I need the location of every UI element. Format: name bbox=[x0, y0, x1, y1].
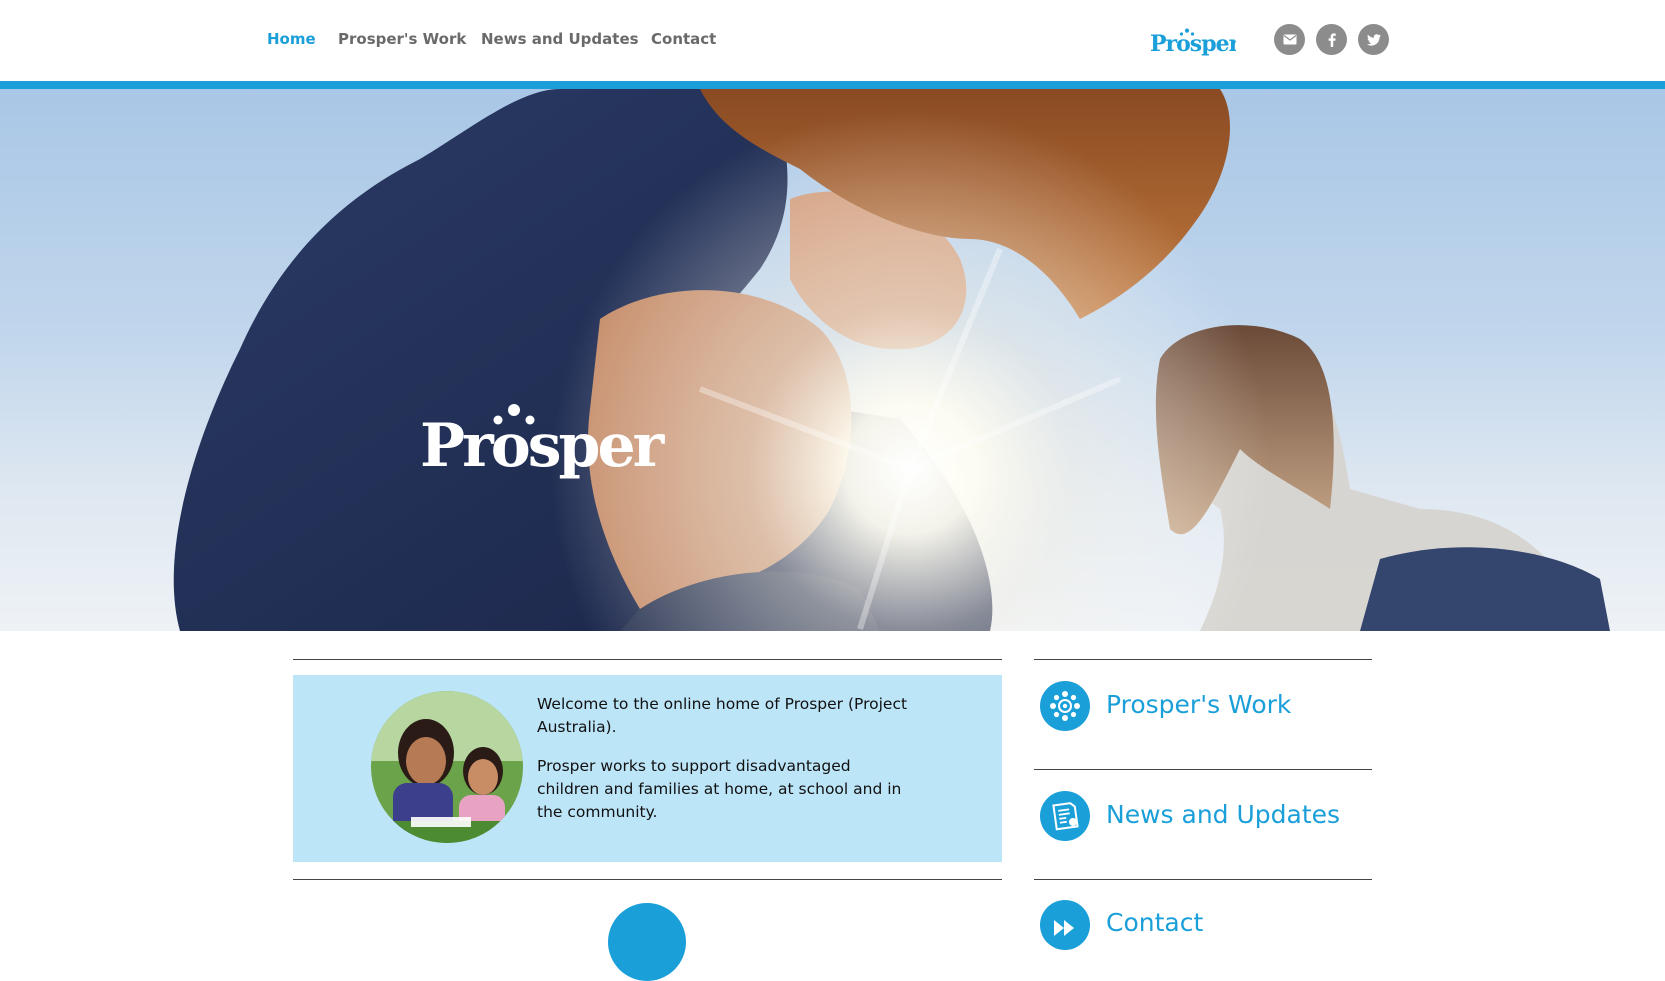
document-icon bbox=[1040, 791, 1090, 841]
nav-news-and-updates[interactable]: News and Updates bbox=[481, 30, 639, 48]
welcome-panel: Welcome to the online home of Prosper (P… bbox=[293, 675, 1002, 862]
welcome-text: Welcome to the online home of Prosper (P… bbox=[537, 693, 917, 840]
twitter-icon bbox=[1366, 33, 1381, 46]
speech-icon bbox=[1040, 900, 1090, 950]
twitter-button[interactable] bbox=[1358, 24, 1389, 55]
divider bbox=[293, 659, 1002, 660]
sidebar-item-contact[interactable]: Contact bbox=[1034, 880, 1372, 980]
header-accent-bar bbox=[0, 81, 1665, 89]
email-button[interactable] bbox=[1274, 24, 1305, 55]
children-photo bbox=[371, 691, 523, 843]
section-icon bbox=[608, 903, 686, 981]
facebook-icon bbox=[1328, 32, 1336, 47]
facebook-button[interactable] bbox=[1316, 24, 1347, 55]
envelope-icon bbox=[1283, 34, 1296, 45]
sidebar-item-label: Prosper's Work bbox=[1106, 690, 1292, 719]
svg-text:Prosper: Prosper bbox=[1150, 31, 1236, 57]
flower-icon bbox=[1040, 681, 1090, 731]
sidebar-item-prospers-work[interactable]: Prosper's Work bbox=[1034, 660, 1372, 760]
site-header: Home Prosper's Work News and Updates Con… bbox=[0, 0, 1665, 81]
sidebar-item-news-and-updates[interactable]: News and Updates bbox=[1034, 770, 1372, 870]
hero-banner: Prosper bbox=[0, 89, 1665, 631]
welcome-paragraph: Welcome to the online home of Prosper (P… bbox=[537, 695, 908, 736]
mission-paragraph: Prosper works to support disadvantaged c… bbox=[537, 757, 902, 821]
sidebar-item-label: News and Updates bbox=[1106, 800, 1341, 829]
hero-photo bbox=[0, 89, 1665, 631]
nav-home[interactable]: Home bbox=[267, 30, 316, 48]
header-logo[interactable]: Prosper Prosper bbox=[1150, 27, 1236, 57]
sidebar-item-label: Contact bbox=[1106, 908, 1204, 937]
divider bbox=[293, 879, 1002, 880]
svg-text:Prosper: Prosper bbox=[420, 411, 666, 481]
nav-prospers-work[interactable]: Prosper's Work bbox=[338, 30, 466, 48]
hero-logo: Prosper bbox=[420, 404, 669, 481]
nav-contact[interactable]: Contact bbox=[651, 30, 716, 48]
